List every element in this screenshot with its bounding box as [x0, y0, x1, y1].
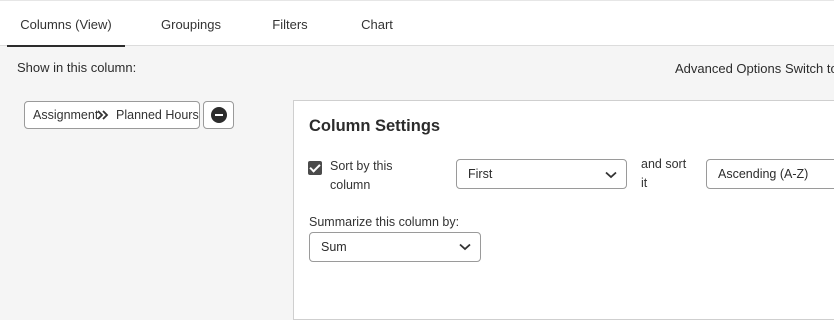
sort-by-label-line2: column: [330, 178, 371, 192]
field-chip[interactable]: Assignment Planned Hours: [24, 101, 200, 129]
tab-columns-view[interactable]: Columns (View): [7, 1, 125, 47]
chevron-down-icon: [459, 243, 471, 251]
tab-filters[interactable]: Filters: [260, 1, 320, 47]
summarize-label: Summarize this column by:: [309, 215, 460, 229]
tab-chart[interactable]: Chart: [352, 1, 402, 47]
advanced-options-link[interactable]: Advanced Options: [675, 61, 781, 76]
chevron-down-icon: [605, 171, 617, 179]
sort-order-value: First: [468, 167, 493, 181]
field-chip-object: Assignment: [33, 108, 99, 122]
summarize-select[interactable]: Sum: [309, 232, 481, 262]
tab-groupings[interactable]: Groupings: [150, 1, 232, 47]
and-sort-label-line2: it: [641, 176, 648, 190]
tab-bar: Columns (View) Groupings Filters Chart: [0, 0, 834, 47]
column-settings-title: Column Settings: [309, 117, 441, 135]
remove-field-button[interactable]: [203, 101, 234, 129]
summarize-value: Sum: [321, 240, 347, 254]
switch-to-link[interactable]: Switch to: [785, 61, 834, 76]
sort-direction-select[interactable]: Ascending (A-Z): [706, 159, 834, 189]
minus-circle-icon: [211, 107, 227, 123]
show-in-column-label: Show in this column:: [17, 60, 137, 75]
sort-by-column-checkbox[interactable]: [308, 161, 322, 175]
double-chevron-right-icon: [97, 102, 109, 137]
sort-order-select[interactable]: First: [456, 159, 627, 189]
field-chip-field: Planned Hours: [116, 108, 199, 122]
and-sort-label-line1: and sort: [641, 157, 687, 171]
sort-direction-value: Ascending (A-Z): [718, 167, 809, 181]
sort-by-label-line1: Sort by this: [330, 159, 393, 173]
